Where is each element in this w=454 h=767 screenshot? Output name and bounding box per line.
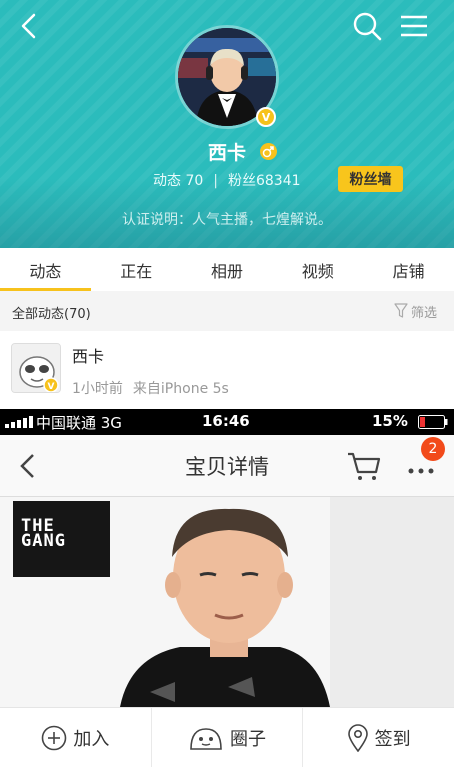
- male-icon: [260, 143, 277, 160]
- circle-group-icon: [190, 727, 222, 750]
- profile-name: 西卡: [207, 142, 246, 164]
- verified-badge: V: [256, 107, 276, 127]
- filter-button[interactable]: 筛选: [394, 300, 437, 322]
- embedded-product-photo: THE GANG: [0, 497, 454, 707]
- tab-posts[interactable]: 动态: [0, 248, 91, 291]
- post-meta: 1小时前 来自iPhone 5s: [72, 378, 229, 398]
- cart-count-badge: 2: [421, 437, 445, 461]
- cart-icon: [348, 452, 381, 480]
- circle-label: 圈子: [230, 728, 266, 750]
- post-author-avatar[interactable]: V: [11, 343, 61, 393]
- embedded-carrier: 中国联通 3G: [36, 414, 122, 432]
- join-button[interactable]: 加入: [0, 708, 151, 767]
- fans-wall-button[interactable]: 粉丝墙: [338, 166, 403, 192]
- search-icon[interactable]: [352, 11, 382, 41]
- circle-button[interactable]: 圈子: [150, 708, 303, 767]
- embedded-time: 16:46: [202, 412, 250, 430]
- signal-icon: [5, 416, 33, 428]
- all-posts-title: 全部动态(70): [12, 307, 91, 322]
- brand-logo-text: THE GANG: [21, 516, 66, 551]
- tab-live[interactable]: 正在: [91, 248, 182, 291]
- post-image[interactable]: 中国联通 3G 16:46 15% 宝贝详情 2 THE GANG: [0, 409, 454, 707]
- battery-icon: [418, 415, 448, 429]
- filter-funnel-icon: [394, 303, 408, 318]
- checkin-label: 签到: [374, 728, 411, 750]
- filter-label: 筛选: [411, 305, 438, 321]
- profile-header: V 西卡 动态 70 | 粉丝68341 粉丝墙 认证说明：人气主播，七煌解说。: [0, 0, 454, 248]
- checkin-button[interactable]: 签到: [302, 708, 454, 767]
- plus-circle-icon: [42, 725, 67, 750]
- menu-icon[interactable]: [399, 12, 429, 40]
- bottom-action-bar: 加入 圈子 签到: [0, 707, 454, 767]
- tab-videos[interactable]: 视频: [272, 248, 363, 291]
- post-time: 1小时前: [72, 381, 123, 397]
- post-source: 来自iPhone 5s: [132, 381, 229, 397]
- tab-albums[interactable]: 相册: [182, 248, 273, 291]
- profile-tabs: 动态 正在 相册 视频 店铺: [0, 248, 454, 291]
- embedded-battery-percent: 15%: [372, 412, 408, 430]
- profile-stats: 动态 70 | 粉丝68341: [153, 170, 301, 190]
- brand-logo: THE GANG: [13, 501, 110, 577]
- location-pin-icon: [347, 723, 368, 752]
- verification-description: 认证说明：人气主播，七煌解说。: [122, 212, 332, 228]
- stats-divider: |: [213, 173, 218, 189]
- filter-bar: 全部动态(70) 筛选: [0, 291, 454, 331]
- more-icon: [408, 468, 434, 474]
- fans-count[interactable]: 粉丝68341: [228, 173, 301, 189]
- embedded-nav-bar: 宝贝详情 2: [0, 435, 454, 497]
- post-header: V 西卡 1小时前 来自iPhone 5s: [0, 331, 454, 409]
- back-arrow-icon[interactable]: [16, 12, 44, 40]
- embedded-title: 宝贝详情: [185, 455, 269, 479]
- tab-shop[interactable]: 店铺: [363, 248, 454, 291]
- avatar-v-badge: V: [48, 382, 55, 392]
- embedded-status-bar: 中国联通 3G 16:46 15%: [0, 409, 454, 435]
- post-author-name[interactable]: 西卡: [72, 343, 104, 367]
- posts-count[interactable]: 动态 70: [153, 173, 203, 189]
- join-label: 加入: [73, 728, 110, 750]
